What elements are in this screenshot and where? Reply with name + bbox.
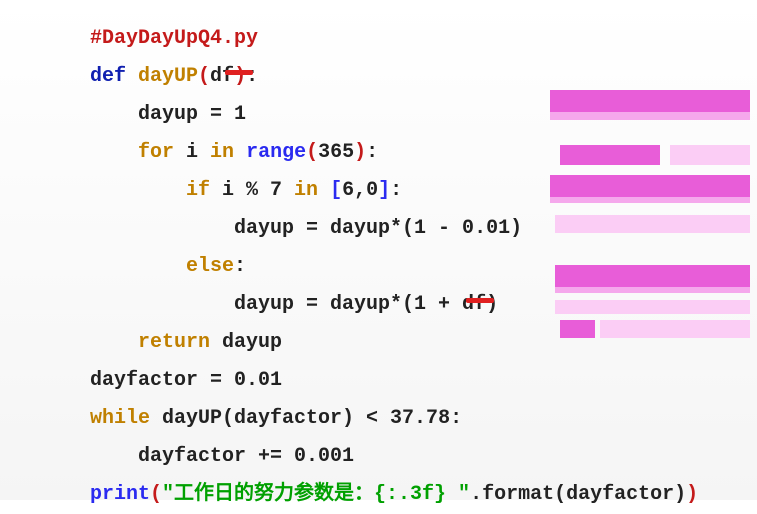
code-text: .format(dayfactor)	[470, 483, 686, 506]
builtin-range: range	[246, 141, 306, 164]
paren-open: (	[306, 141, 318, 164]
keyword-in: in	[210, 141, 234, 164]
param: df	[210, 65, 234, 88]
function-name: dayUP	[126, 65, 198, 88]
keyword-in: in	[294, 179, 318, 202]
code-text: i % 7	[210, 179, 294, 202]
builtin-print: print	[90, 483, 150, 506]
colon: :	[366, 141, 378, 164]
code-text: dayUP(dayfactor) < 37.78:	[150, 407, 462, 430]
code-text	[318, 179, 330, 202]
paren-close: )	[354, 141, 366, 164]
underline-highlight	[225, 70, 253, 75]
paren-close: )	[234, 65, 246, 88]
number: 365	[318, 141, 354, 164]
code-line-13: print("工作日的努力参数是：{:.3f} ".format(dayfact…	[90, 476, 757, 514]
paren-open: (	[198, 65, 210, 88]
code-text: dayup	[210, 331, 282, 354]
colon: :	[234, 255, 246, 278]
keyword-for: for	[90, 141, 174, 164]
keyword-while: while	[90, 407, 150, 430]
bracket-open: [	[330, 179, 342, 202]
code-line-12: dayfactor += 0.001	[90, 438, 757, 476]
code-text: dayfactor += 0.001	[90, 445, 354, 468]
string-literal: "工作日的努力参数是：{:.3f} "	[162, 483, 470, 506]
keyword-if: if	[90, 179, 210, 202]
keyword-return: return	[90, 331, 210, 354]
code-line-10: dayfactor = 0.01	[90, 362, 757, 400]
list-values: 6,0	[342, 179, 378, 202]
code-text: dayup = dayup*(1 - 0.01)	[90, 217, 522, 240]
bracket-close: ]	[378, 179, 390, 202]
keyword-else: else	[90, 255, 234, 278]
code-line-1: #DayDayUpQ4.py	[90, 20, 757, 58]
keyword-def: def	[90, 65, 126, 88]
code-text: dayup = dayup*(1 + df)	[90, 293, 498, 316]
code-text: dayup = 1	[90, 103, 246, 126]
paren-close: )	[686, 483, 698, 506]
code-text: dayfactor = 0.01	[90, 369, 282, 392]
colon: :	[246, 65, 258, 88]
code-text	[234, 141, 246, 164]
comment: #DayDayUpQ4.py	[90, 27, 258, 50]
underline-highlight	[466, 298, 494, 303]
colon: :	[390, 179, 402, 202]
code-line-11: while dayUP(dayfactor) < 37.78:	[90, 400, 757, 438]
paren-open: (	[150, 483, 162, 506]
code-text: i	[174, 141, 210, 164]
